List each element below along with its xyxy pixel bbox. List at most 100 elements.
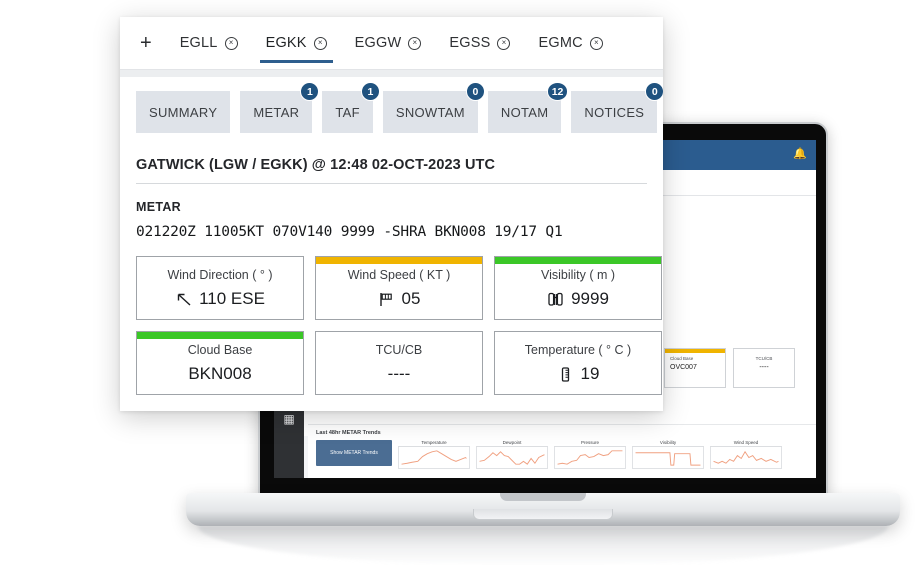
section-tab-row: SUMMARY METAR 1 TAF 1 SNOWTAM 0 NOTAM 12… [120, 77, 663, 133]
tab-label: SUMMARY [149, 104, 218, 120]
page-title: GATWICK (LGW / EGKK) @ 12:48 02-OCT-2023… [136, 157, 496, 173]
airport-tab-eggw[interactable]: EGGW × [341, 17, 436, 69]
card-value-row: 05 [322, 289, 476, 309]
card-tcu-cb: TCU/CB ---- [315, 331, 483, 395]
airport-tab-label: EGLL [179, 35, 218, 51]
metar-trends-panel: Last 48hr METAR Trends Show METAR Trends… [308, 424, 816, 478]
card-value: 19 [580, 364, 600, 383]
add-tab-button[interactable]: + [136, 33, 166, 53]
card-cloud-base: Cloud Base BKN008 [136, 331, 304, 395]
sparkline-label: Pressure [554, 440, 626, 447]
close-icon[interactable]: × [224, 36, 238, 50]
status-badge: 12 [546, 82, 569, 101]
sparkline-path [401, 450, 467, 465]
card-value: BKN008 [188, 364, 252, 383]
laptop-base-notch [500, 493, 586, 501]
close-icon[interactable]: × [589, 36, 603, 50]
card-visibility: Visibility ( m ) 9999 [494, 256, 662, 320]
tab-notices[interactable]: NOTICES 0 [571, 82, 663, 133]
card-label: Wind Speed ( KT ) [347, 268, 451, 282]
card-status-bar [316, 257, 482, 264]
wind-direction-arrow-icon [175, 291, 192, 308]
metar-section-label: METAR [136, 200, 182, 214]
airport-tab-egkk[interactable]: EGKK × [252, 17, 341, 69]
tab-label: NOTICES [584, 104, 645, 120]
card-temperature: Temperature ( ° C ) 19 [494, 331, 662, 395]
close-icon[interactable]: × [408, 36, 422, 50]
card-value-row: ---- [322, 364, 476, 384]
sparkline-pressure: Pressure [554, 440, 626, 469]
sparkline-path [713, 450, 779, 464]
tab-notam[interactable]: NOTAM 12 [487, 82, 569, 133]
card-label: Wind Direction ( ° ) [167, 268, 273, 282]
tab-metar[interactable]: METAR 1 [240, 82, 320, 133]
screenshot-stage: 🔔 📋 📊 ▦ Cloud Base OVC007 TCU [0, 0, 916, 565]
thermometer-icon [557, 366, 574, 383]
background-app-card-row: Cloud Base OVC007 TCU/CB ---- [664, 348, 795, 388]
sparkline-path [479, 451, 545, 465]
show-metar-trends-button[interactable]: Show METAR Trends [316, 440, 392, 466]
metar-trends-row: Show METAR Trends Temperature Dewpoint P… [316, 440, 808, 469]
notification-bell-icon[interactable]: 🔔 [793, 149, 807, 160]
airport-tab-egss[interactable]: EGSS × [435, 17, 524, 69]
sparkline-label: Temperature [398, 440, 470, 447]
metar-trends-title: Last 48hr METAR Trends [316, 430, 381, 436]
close-icon[interactable]: × [497, 36, 511, 50]
sparkline-path [635, 452, 701, 466]
airport-tab-label: EGSS [449, 35, 491, 51]
card-wind-speed: Wind Speed ( KT ) 05 [315, 256, 483, 320]
tab-separator [120, 69, 663, 77]
card-value: 9999 [571, 289, 609, 308]
airport-tab-egll[interactable]: EGLL × [166, 17, 252, 69]
background-card-value: OVC007 [670, 364, 697, 371]
card-status-bar [495, 257, 661, 264]
card-value-row: 110 ESE [143, 289, 297, 309]
card-wind-direction: Wind Direction ( ° ) 110 ESE [136, 256, 304, 320]
close-icon[interactable]: × [313, 36, 327, 50]
airport-tab-bar: + EGLL × EGKK × EGGW × EGSS × EGMC × [120, 17, 663, 69]
laptop-trackpad [473, 509, 613, 520]
card-label: Temperature ( ° C ) [524, 343, 632, 357]
sparkline-label: Visibility [632, 440, 704, 447]
card-value: 05 [401, 289, 421, 308]
status-badge: 0 [645, 82, 663, 101]
sparkline-label: Wind Speed [710, 440, 782, 447]
background-card-label: Cloud Base [670, 356, 694, 361]
background-card-bar [665, 349, 725, 353]
windsock-icon [378, 291, 395, 308]
card-value-row: BKN008 [143, 364, 297, 384]
sparkline-label: Dewpoint [476, 440, 548, 447]
card-value: 110 ESE [199, 289, 265, 308]
status-badge: 0 [465, 82, 485, 101]
sparkline-visibility: Visibility [632, 440, 704, 469]
airport-tab-label: EGKK [265, 35, 307, 51]
background-card-cloud-base: Cloud Base OVC007 [664, 348, 726, 388]
laptop-reflection [198, 526, 888, 565]
metar-detail-panel: + EGLL × EGKK × EGGW × EGSS × EGMC × SUM… [120, 17, 663, 411]
sparkline-dewpoint: Dewpoint [476, 440, 548, 469]
sparkline-path [557, 450, 623, 465]
sparkline-temperature: Temperature [398, 440, 470, 469]
card-status-bar [137, 332, 303, 339]
airport-tab-egmc[interactable]: EGMC × [524, 17, 616, 69]
tab-snowtam[interactable]: SNOWTAM 0 [382, 82, 485, 133]
weather-card-grid: Wind Direction ( ° ) 110 ESE Wind Speed … [120, 240, 663, 395]
card-value-row: 9999 [501, 289, 655, 309]
card-label: Visibility ( m ) [540, 268, 616, 282]
status-badge: 1 [360, 82, 380, 101]
table-grid-icon[interactable]: ▦ [282, 412, 296, 426]
tab-taf[interactable]: TAF 1 [322, 82, 380, 133]
tab-label: SNOWTAM [395, 104, 465, 120]
tab-summary[interactable]: SUMMARY [136, 91, 231, 133]
metar-raw-text: 021220Z 11005KT 070V140 9999 -SHRA BKN00… [136, 224, 563, 240]
airport-tab-label: EGMC [538, 35, 583, 51]
card-value-row: 19 [501, 364, 655, 384]
card-label: Cloud Base [187, 343, 253, 357]
card-value: ---- [387, 364, 411, 383]
binoculars-icon [547, 291, 564, 308]
tab-label: METAR [253, 104, 300, 120]
tab-label: NOTAM [500, 104, 549, 120]
sparkline-wind-speed: Wind Speed [710, 440, 782, 469]
tab-label: TAF [335, 104, 360, 120]
airport-tab-label: EGGW [354, 35, 402, 51]
